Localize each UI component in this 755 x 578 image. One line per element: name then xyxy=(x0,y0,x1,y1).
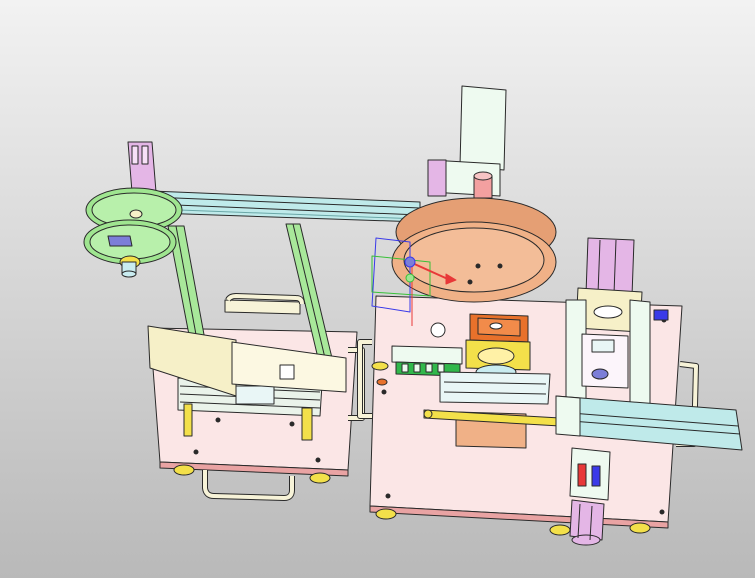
hand-crank xyxy=(107,235,133,247)
left-handle-top xyxy=(224,299,301,315)
copper-spool-disc xyxy=(391,197,557,303)
cad-viewport[interactable] xyxy=(0,0,755,578)
assembly-drawing xyxy=(0,0,755,578)
left-lilac-bracket xyxy=(127,141,157,193)
center-slide-rails xyxy=(439,371,551,405)
